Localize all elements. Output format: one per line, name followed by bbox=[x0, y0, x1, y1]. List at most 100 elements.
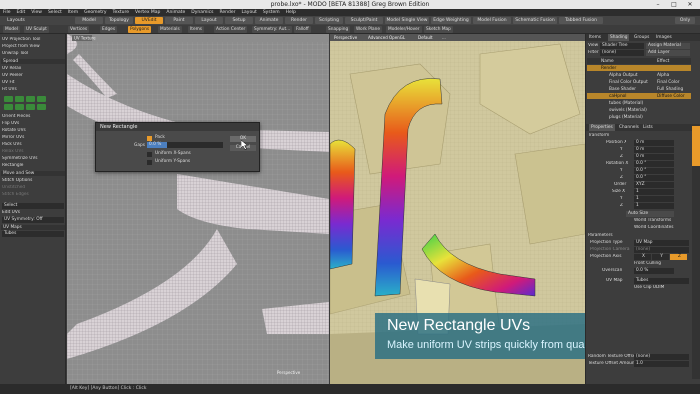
stitch-edges[interactable]: Stitch Edges bbox=[2, 192, 64, 198]
relax-uvs[interactable]: Relax UVs bbox=[2, 149, 64, 155]
rotation-z[interactable]: 0.0 ° bbox=[634, 175, 674, 181]
arrow-left-icon[interactable] bbox=[26, 104, 35, 110]
tab-images[interactable]: Images bbox=[656, 35, 672, 40]
axis-y[interactable]: Y bbox=[652, 254, 669, 260]
menu-system[interactable]: System bbox=[263, 9, 280, 16]
tree-row[interactable]: Final Color Output Final Color bbox=[587, 79, 691, 85]
arrow-up-icon[interactable] bbox=[4, 96, 13, 102]
sketch-map-button[interactable]: Sketch Map bbox=[424, 26, 453, 33]
position-y[interactable]: 0 m bbox=[634, 147, 674, 153]
tab-paint[interactable]: Paint bbox=[165, 17, 193, 24]
symmetry-button[interactable]: Symmetry: Aut... bbox=[252, 26, 293, 33]
maximize-button[interactable]: □ bbox=[668, 0, 680, 9]
items-button[interactable]: Items bbox=[188, 26, 205, 33]
unstitched[interactable]: Unstitched bbox=[2, 185, 64, 191]
axis-z[interactable]: Z bbox=[670, 254, 687, 260]
tree-row[interactable]: caHpnol Diffuse Color bbox=[587, 93, 691, 99]
menu-vertex-map[interactable]: Vertex Map bbox=[135, 9, 160, 16]
uniform-y-checkbox[interactable] bbox=[147, 160, 152, 165]
tab-model-fusion[interactable]: Model Fusion bbox=[473, 17, 511, 24]
tab-scripting[interactable]: Scripting bbox=[315, 17, 343, 24]
uv-peeler[interactable]: UV Peeler bbox=[2, 73, 64, 79]
flip-uvs[interactable]: Flip UVs bbox=[2, 121, 64, 127]
world-coords-checkbox[interactable]: World Coordinates bbox=[634, 225, 684, 231]
snapping-button[interactable]: Snapping bbox=[326, 26, 351, 33]
texture-offset-field[interactable]: 1.0 bbox=[634, 361, 689, 367]
transform-head[interactable]: Transform bbox=[588, 133, 691, 139]
position-z[interactable]: 0 m bbox=[634, 154, 674, 160]
arrow-down-icon[interactable] bbox=[15, 96, 24, 102]
rotation-y[interactable]: 0.0 ° bbox=[634, 168, 674, 174]
tree-row[interactable]: plugs (Material) bbox=[587, 114, 691, 120]
layouts-label[interactable]: Layouts bbox=[3, 17, 29, 24]
pack-checkbox[interactable] bbox=[147, 136, 152, 141]
menu-select[interactable]: Select bbox=[48, 9, 62, 16]
arrow-left-icon[interactable] bbox=[26, 96, 35, 102]
tree-row-render[interactable]: Render bbox=[587, 65, 691, 71]
tab-groups[interactable]: Groups bbox=[634, 35, 649, 40]
tab-render[interactable]: Render bbox=[285, 17, 313, 24]
uv-projection-tool[interactable]: UV Projection Tool bbox=[2, 37, 64, 43]
assign-material-button[interactable]: Assign Material bbox=[646, 43, 690, 49]
tab-tabbed-fusion[interactable]: Tabbed Fusion bbox=[559, 17, 603, 24]
front-culling-checkbox[interactable]: Front Culling bbox=[634, 261, 684, 267]
polygons-button[interactable]: Polygons bbox=[128, 26, 152, 33]
tab-uvedit[interactable]: UVEdit bbox=[135, 17, 163, 24]
uv-viewport[interactable]: UV Texture Perspective bbox=[67, 34, 329, 384]
uv-map-dropdown[interactable]: Tubes bbox=[634, 278, 689, 284]
only-toggle[interactable]: Only bbox=[675, 17, 695, 24]
symmetrize-uvs[interactable]: Symmetrize UVs bbox=[2, 156, 64, 162]
projection-camera-dropdown[interactable]: (none) bbox=[634, 247, 689, 253]
tab-setup[interactable]: Setup bbox=[225, 17, 253, 24]
stitch-options[interactable]: Stitch Options bbox=[2, 178, 64, 184]
use-clip-udim-checkbox[interactable]: Use Clip UDIM bbox=[634, 285, 684, 291]
modeler-hover-button[interactable]: Modeler/Hover bbox=[386, 26, 422, 33]
tree-row[interactable]: Base Shader Full Shading bbox=[587, 86, 691, 92]
position-x[interactable]: 0 m bbox=[634, 140, 674, 146]
falloff-button[interactable]: Falloff bbox=[294, 26, 311, 33]
tree-row[interactable]: swivels (Material) bbox=[587, 107, 691, 113]
auto-size-button[interactable]: Auto Size bbox=[626, 211, 674, 217]
tab-model[interactable]: Model bbox=[75, 17, 103, 24]
gaps-field[interactable]: 0.0 % bbox=[147, 142, 223, 148]
view-dropdown[interactable]: Shader Tree bbox=[600, 43, 644, 49]
uv-relax[interactable]: UV Relax bbox=[2, 66, 64, 72]
size-y[interactable]: 1 bbox=[634, 196, 674, 202]
uv-maps-head[interactable]: UV Maps bbox=[1, 225, 65, 230]
menu-geometry[interactable]: Geometry bbox=[84, 9, 106, 16]
materials-button[interactable]: Materials bbox=[158, 26, 182, 33]
tree-row[interactable]: Alpha Output Alpha bbox=[587, 72, 691, 78]
tab-sculpt-paint[interactable]: Sculpt/Paint bbox=[345, 17, 383, 24]
arrow-up-icon[interactable] bbox=[4, 104, 13, 110]
tab-model-single-view[interactable]: Model Single View bbox=[385, 17, 429, 24]
menu-render[interactable]: Render bbox=[219, 9, 235, 16]
menu-dynamics[interactable]: Dynamics bbox=[191, 9, 213, 16]
rotation-order[interactable]: XYZ bbox=[634, 182, 674, 188]
uv-sculpt-button[interactable]: UV Sculpt bbox=[24, 26, 49, 33]
work-plane-button[interactable]: Work Plane bbox=[354, 26, 383, 33]
size-x[interactable]: 1 bbox=[634, 189, 674, 195]
filter-dropdown[interactable]: (none) bbox=[600, 50, 644, 56]
rectangle-tool[interactable]: Rectangle bbox=[2, 163, 64, 169]
tab-topology[interactable]: Topology bbox=[105, 17, 133, 24]
world-transforms-checkbox[interactable]: World Transforms bbox=[634, 218, 684, 224]
tree-row[interactable]: tubes (Material) bbox=[587, 100, 691, 106]
rotation-x[interactable]: 0.0 ° bbox=[634, 161, 674, 167]
tab-properties[interactable]: Properties bbox=[589, 124, 615, 131]
size-z[interactable]: 1 bbox=[634, 203, 674, 209]
uv-symmetry-dropdown[interactable]: UV Symmetry: Off bbox=[2, 217, 64, 223]
uv-map-field[interactable]: Tubes bbox=[2, 231, 64, 237]
tab-layout[interactable]: Layout bbox=[195, 17, 223, 24]
edit-uvs[interactable]: Edit UVs bbox=[2, 210, 64, 216]
menu-file[interactable]: File bbox=[3, 9, 11, 16]
rotate-uvs[interactable]: Rotate UVs bbox=[2, 128, 64, 134]
tab-edge-weighting[interactable]: Edge Weighting bbox=[431, 17, 471, 24]
fit-uvs[interactable]: Fit UVs bbox=[2, 87, 64, 93]
spread-section[interactable]: Spread bbox=[1, 59, 65, 64]
add-layer-button[interactable]: Add Layer bbox=[646, 50, 690, 56]
orient-pieces[interactable]: Orient Pieces bbox=[2, 114, 64, 120]
select-dropdown[interactable]: Select bbox=[2, 203, 64, 209]
uniform-x-checkbox[interactable] bbox=[147, 152, 152, 157]
tab-channels[interactable]: Channels bbox=[619, 125, 639, 130]
overscan-field[interactable]: 0.0 % bbox=[634, 268, 674, 274]
